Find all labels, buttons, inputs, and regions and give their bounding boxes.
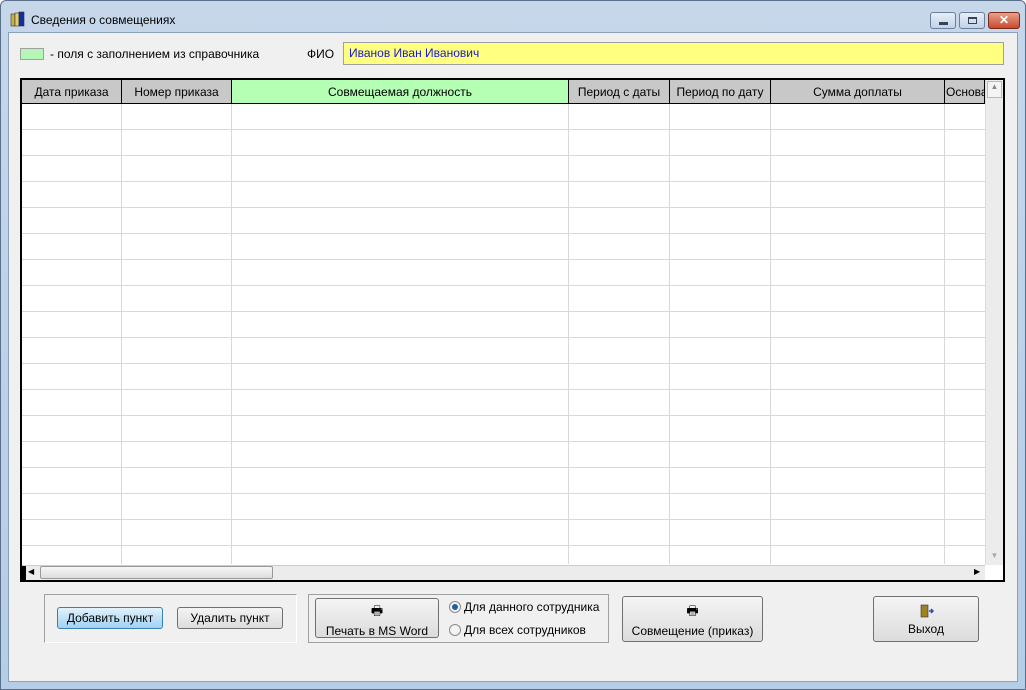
minimize-button[interactable] [930, 12, 956, 29]
maximize-button[interactable] [959, 12, 985, 29]
table-row[interactable] [22, 181, 985, 182]
radio-all-employees[interactable] [449, 624, 461, 636]
add-item-button[interactable]: Добавить пункт [57, 607, 163, 629]
column-divider [944, 104, 945, 564]
column-header[interactable]: Совмещаемая должность [232, 80, 569, 104]
column-divider [568, 104, 569, 564]
table-row[interactable] [22, 311, 985, 312]
table-row[interactable] [22, 493, 985, 494]
print-word-label: Печать в MS Word [325, 624, 429, 638]
lookup-color-swatch [20, 48, 44, 60]
combination-order-label: Совмещение (приказ) [631, 624, 754, 638]
scroll-down-icon[interactable]: ▼ [987, 547, 1002, 564]
table-row[interactable] [22, 233, 985, 234]
table-row[interactable] [22, 155, 985, 156]
column-header[interactable]: Основа [945, 80, 985, 104]
combinations-table[interactable]: Основа Сумма доплаты Период по дату Период … [20, 78, 1005, 582]
fio-label: ФИО [307, 47, 335, 61]
legend-text: - поля с заполнением из справочника [50, 47, 260, 61]
table-row[interactable] [22, 129, 985, 130]
printer-icon: 🖶 [370, 603, 384, 618]
table-row[interactable] [22, 285, 985, 286]
column-divider [231, 104, 232, 564]
table-row[interactable] [22, 545, 985, 546]
scroll-left-icon[interactable]: ◀ [28, 567, 34, 576]
combination-order-button[interactable]: 🖶 Совмещение (приказ) [622, 596, 763, 642]
table-row[interactable] [22, 415, 985, 416]
scroll-up-icon[interactable]: ▲ [987, 81, 1002, 98]
horizontal-scrollbar[interactable]: ◀ ▶ [22, 565, 985, 580]
close-button[interactable]: ✕ [988, 12, 1020, 29]
delete-item-button[interactable]: Удалить пункт [177, 607, 283, 629]
column-header[interactable]: Период по дату [670, 80, 771, 104]
column-divider [669, 104, 670, 564]
table-row[interactable] [22, 441, 985, 442]
column-divider [770, 104, 771, 564]
scroll-right-icon[interactable]: ▶ [974, 567, 980, 576]
table-row[interactable] [22, 467, 985, 468]
radio-this-employee[interactable] [449, 601, 461, 613]
exit-door-icon [920, 604, 935, 618]
column-header[interactable]: Период с даты [569, 80, 670, 104]
print-word-button[interactable]: 🖶 Печать в MS Word [315, 598, 439, 638]
exit-button[interactable]: Выход [873, 596, 979, 642]
table-row[interactable] [22, 389, 985, 390]
books-icon [10, 11, 25, 27]
table-row[interactable] [22, 337, 985, 338]
column-header[interactable]: Дата приказа [22, 80, 122, 104]
exit-label: Выход [908, 622, 944, 636]
printer-icon: 🖶 [686, 603, 699, 618]
radio-all-employees-label: Для всех сотрудников [464, 623, 586, 637]
column-header[interactable]: Номер приказа [122, 80, 232, 104]
column-header[interactable]: Сумма доплаты [771, 80, 945, 104]
table-row[interactable] [22, 363, 985, 364]
fio-field[interactable]: Иванов Иван Иванович [343, 42, 1004, 65]
vertical-scrollbar[interactable]: ▲ ▼ [985, 80, 1003, 565]
table-row[interactable] [22, 207, 985, 208]
window-title: Сведения о совмещениях [31, 13, 176, 27]
column-divider [121, 104, 122, 564]
radio-this-employee-label: Для данного сотрудника [464, 600, 600, 614]
scroll-thumb[interactable] [40, 566, 273, 579]
table-row[interactable] [22, 519, 985, 520]
table-row[interactable] [22, 259, 985, 260]
